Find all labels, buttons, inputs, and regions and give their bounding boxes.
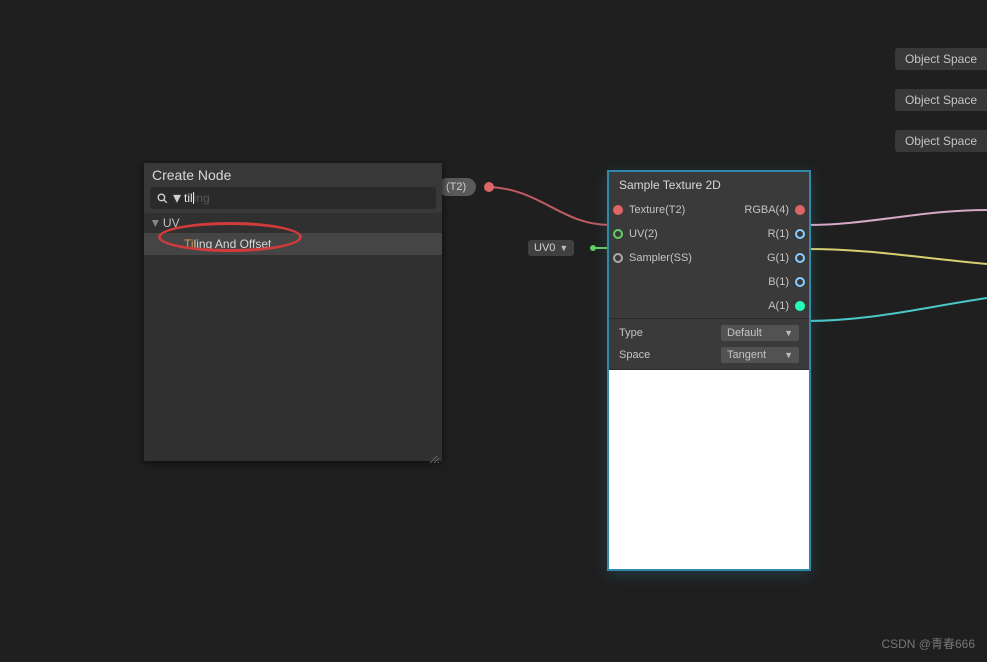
annotation-circle bbox=[158, 222, 302, 252]
port-label: Sampler(SS) bbox=[629, 252, 692, 264]
chevron-down-icon: ▼ bbox=[559, 243, 568, 253]
port-socket-icon bbox=[484, 182, 494, 192]
port-label: B(1) bbox=[768, 276, 789, 288]
search-typed-text: til bbox=[184, 191, 193, 205]
setting-row-type: Type Default ▼ bbox=[619, 325, 799, 341]
setting-row-space: Space Tangent ▼ bbox=[619, 347, 799, 363]
port-label: RGBA(4) bbox=[744, 204, 789, 216]
dropdown-value: Tangent bbox=[727, 349, 766, 361]
output-port-g[interactable]: G(1) bbox=[723, 246, 809, 270]
space-pill[interactable]: Object Space bbox=[895, 48, 987, 70]
watermark: CSDN @青春666 bbox=[881, 635, 975, 652]
dropdown-value: Default bbox=[727, 327, 762, 339]
input-port-sampler[interactable]: Sampler(SS) bbox=[609, 246, 723, 270]
chevron-down-icon[interactable]: ▾ bbox=[170, 188, 184, 208]
port-socket-icon[interactable] bbox=[795, 229, 805, 239]
output-port-a[interactable]: A(1) bbox=[723, 294, 809, 318]
output-port-r[interactable]: R(1) bbox=[723, 222, 809, 246]
triangle-down-icon: ▶ bbox=[150, 220, 161, 227]
port-socket-icon[interactable] bbox=[795, 205, 805, 215]
input-port-uv[interactable]: UV(2) bbox=[609, 222, 723, 246]
space-pill[interactable]: Object Space bbox=[895, 89, 987, 111]
space-pill-label: Object Space bbox=[905, 93, 977, 107]
graph-canvas[interactable]: Object Space Object Space Object Space (… bbox=[0, 0, 987, 662]
search-ghost-text: ing bbox=[194, 191, 210, 205]
uv-channel-dropdown[interactable]: UV0 ▼ bbox=[528, 240, 574, 256]
port-socket-icon[interactable] bbox=[795, 277, 805, 287]
space-pill[interactable]: Object Space bbox=[895, 130, 987, 152]
uv-dropdown-label: UV0 bbox=[534, 242, 555, 254]
port-socket-icon[interactable] bbox=[795, 253, 805, 263]
node-preview[interactable] bbox=[609, 369, 809, 569]
search-input[interactable]: tiling bbox=[184, 191, 432, 205]
create-node-list-body[interactable] bbox=[144, 255, 442, 461]
input-port-texture[interactable]: Texture(T2) bbox=[609, 198, 723, 222]
port-label: A(1) bbox=[768, 300, 789, 312]
port-label: UV(2) bbox=[629, 228, 658, 240]
node-title[interactable]: Sample Texture 2D bbox=[609, 172, 809, 198]
output-port-b[interactable]: B(1) bbox=[723, 270, 809, 294]
port-label: (T2) bbox=[446, 181, 466, 193]
port-socket-icon[interactable] bbox=[613, 229, 623, 239]
setting-label: Type bbox=[619, 327, 643, 339]
resize-grip-icon[interactable] bbox=[428, 451, 440, 459]
create-node-title: Create Node bbox=[144, 163, 442, 187]
space-pill-label: Object Space bbox=[905, 52, 977, 66]
chevron-down-icon: ▼ bbox=[784, 350, 793, 360]
port-label: Texture(T2) bbox=[629, 204, 685, 216]
chevron-down-icon: ▼ bbox=[784, 328, 793, 338]
search-icon bbox=[154, 192, 170, 205]
port-socket-icon[interactable] bbox=[613, 205, 623, 215]
hidden-output-port[interactable]: (T2) bbox=[438, 178, 476, 196]
type-dropdown[interactable]: Default ▼ bbox=[721, 325, 799, 341]
node-body: Texture(T2) UV(2) Sampler(SS) RGBA(4) R(… bbox=[609, 198, 809, 318]
node-settings: Type Default ▼ Space Tangent ▼ bbox=[609, 318, 809, 369]
node-outputs: RGBA(4) R(1) G(1) B(1) A(1) bbox=[723, 198, 809, 318]
output-port-rgba[interactable]: RGBA(4) bbox=[723, 198, 809, 222]
create-node-panel[interactable]: Create Node ▾ tiling ▶ UV Tiling And Off… bbox=[144, 163, 442, 461]
space-pill-label: Object Space bbox=[905, 134, 977, 148]
setting-label: Space bbox=[619, 349, 650, 361]
space-dropdown[interactable]: Tangent ▼ bbox=[721, 347, 799, 363]
sample-texture-2d-node[interactable]: Sample Texture 2D Texture(T2) UV(2) Samp… bbox=[607, 170, 811, 571]
search-row: ▾ tiling bbox=[150, 187, 436, 209]
port-label: G(1) bbox=[767, 252, 789, 264]
port-socket-icon[interactable] bbox=[795, 301, 805, 311]
port-label: R(1) bbox=[768, 228, 789, 240]
port-socket-icon[interactable] bbox=[613, 253, 623, 263]
node-inputs: Texture(T2) UV(2) Sampler(SS) bbox=[609, 198, 723, 318]
